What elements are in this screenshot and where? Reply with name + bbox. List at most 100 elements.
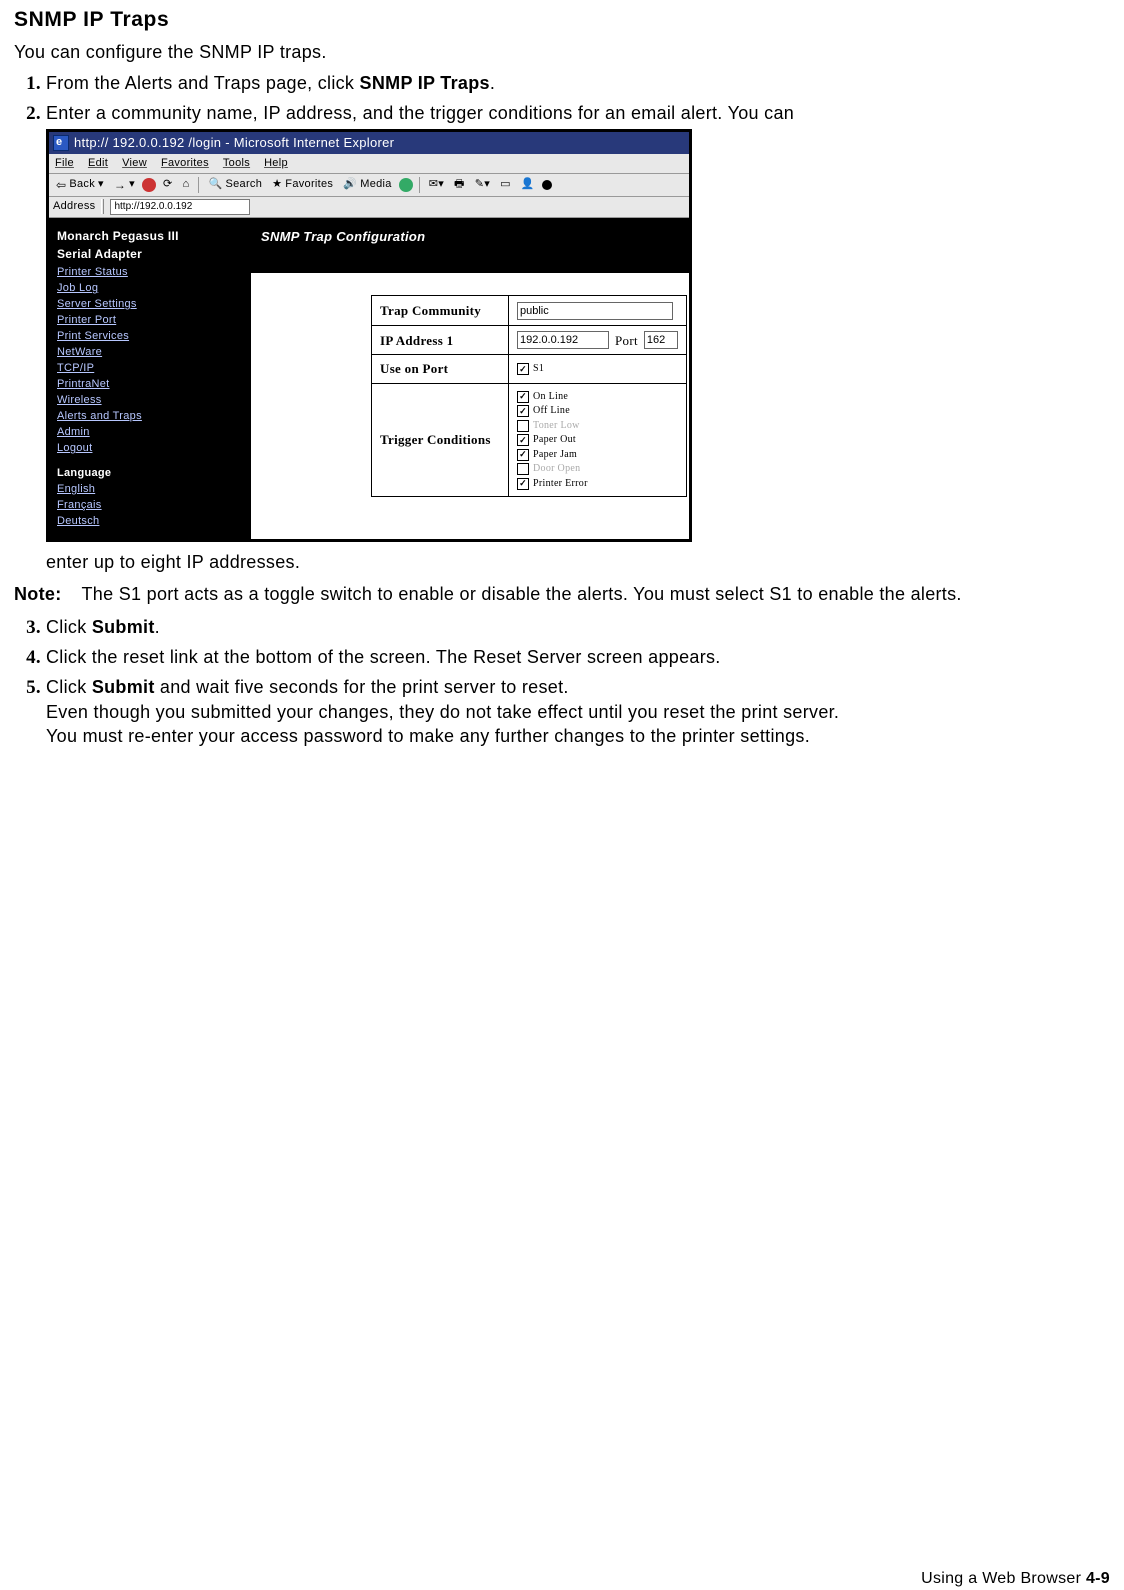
edit-button[interactable]: ✎▾	[472, 176, 493, 193]
nav-print-services[interactable]: Print Services	[57, 328, 243, 344]
step-3-bold: Submit	[92, 617, 155, 637]
forward-button[interactable]: → ▾	[111, 176, 138, 194]
step-3-text: Click	[46, 617, 92, 637]
note-block: Note: The S1 port acts as a toggle switc…	[14, 582, 1110, 606]
lang-deutsch[interactable]: Deutsch	[57, 513, 243, 529]
sidebar: Monarch Pegasus III Serial Adapter Print…	[49, 218, 251, 539]
trigger-label: Door Open	[533, 462, 580, 476]
config-form: Trap Community IP Address 1 Port	[251, 273, 689, 497]
refresh-button[interactable]: ⟳	[160, 176, 176, 193]
step-3: Click Submit.	[46, 615, 1110, 639]
port-label: Port	[615, 332, 638, 350]
checkbox-door-open[interactable]	[517, 463, 529, 475]
search-button[interactable]: 🔍Search	[205, 176, 265, 193]
ie-logo-icon	[53, 135, 69, 151]
step-2: Enter a community name, IP address, and …	[46, 101, 1110, 574]
trap-community-input[interactable]	[517, 302, 673, 320]
menu-tools[interactable]: Tools	[223, 156, 250, 171]
menu-favorites[interactable]: Favorites	[161, 156, 209, 171]
nav-server-settings[interactable]: Server Settings	[57, 296, 243, 312]
favorites-button[interactable]: ★Favorites	[269, 176, 336, 193]
trigger-label: Paper Out	[533, 433, 576, 447]
ie-addressbar: Address	[49, 197, 689, 218]
back-arrow-icon: ⇦	[56, 177, 66, 193]
screenshot-ie-window: http:// 192.0.0.192 /login - Microsoft I…	[46, 129, 692, 542]
checkbox-s1[interactable]	[517, 363, 529, 375]
messenger-icon[interactable]: 👤	[518, 176, 538, 193]
step-4: Click the reset link at the bottom of th…	[46, 645, 1110, 669]
stop-icon[interactable]	[142, 178, 156, 192]
lang-francais[interactable]: Français	[57, 497, 243, 513]
nav-logout[interactable]: Logout	[57, 440, 243, 456]
trigger-label: On Line	[533, 390, 568, 404]
nav-admin[interactable]: Admin	[57, 424, 243, 440]
trigger-label: Toner Low	[533, 419, 580, 433]
print-button[interactable]: 🖶	[451, 176, 468, 193]
back-button[interactable]: ⇦Back ▾	[53, 176, 107, 194]
language-heading: Language	[57, 466, 243, 481]
nav-alerts-and-traps[interactable]: Alerts and Traps	[57, 408, 243, 424]
lang-english[interactable]: English	[57, 481, 243, 497]
home-button[interactable]: ⌂	[180, 176, 193, 193]
menu-edit[interactable]: Edit	[88, 156, 108, 171]
address-label: Address	[53, 199, 95, 214]
step-5-line3: You must re-enter your access password t…	[46, 726, 810, 746]
toolbar-separator	[198, 177, 199, 193]
menu-help[interactable]: Help	[264, 156, 288, 171]
port-input[interactable]	[644, 331, 678, 349]
nav-netware[interactable]: NetWare	[57, 344, 243, 360]
step-1-text: From the Alerts and Traps page, click	[46, 73, 360, 93]
trigger-label: Off Line	[533, 404, 570, 418]
checkbox-paper-jam[interactable]	[517, 449, 529, 461]
back-label: Back	[69, 177, 95, 192]
trigger-conditions-cell: On LineOff LineToner LowPaper OutPaper J…	[509, 383, 687, 497]
trigger-label: Printer Error	[533, 477, 588, 491]
dropdown-icon: ▾	[98, 177, 104, 192]
media-button[interactable]: 🔊Media	[340, 176, 394, 193]
dropdown-icon: ▾	[129, 177, 135, 192]
icon-dot	[542, 180, 552, 190]
checkbox-paper-out[interactable]	[517, 434, 529, 446]
trap-community-label: Trap Community	[372, 296, 509, 326]
footer-text: Using a Web Browser	[921, 1570, 1086, 1587]
note-text: The S1 port acts as a toggle switch to e…	[82, 582, 962, 606]
ie-body: Monarch Pegasus III Serial Adapter Print…	[49, 218, 689, 539]
ie-menubar: File Edit View Favorites Tools Help	[49, 154, 689, 174]
trigger-label: Paper Jam	[533, 448, 577, 462]
forward-arrow-icon: →	[114, 177, 126, 193]
checkbox-on-line[interactable]	[517, 391, 529, 403]
mail-button[interactable]: ✉▾	[426, 176, 447, 193]
discuss-button[interactable]: ▭	[497, 176, 514, 193]
use-on-port-label: Use on Port	[372, 355, 509, 384]
nav-wireless[interactable]: Wireless	[57, 392, 243, 408]
nav-tcpip[interactable]: TCP/IP	[57, 360, 243, 376]
note-label: Note:	[14, 582, 62, 606]
step-5-text: Click	[46, 677, 92, 697]
ip-address-1-input[interactable]	[517, 331, 609, 349]
history-icon[interactable]	[399, 178, 413, 192]
media-label: Media	[360, 177, 391, 192]
step-1-tail: .	[490, 73, 495, 93]
checkbox-toner-low[interactable]	[517, 420, 529, 432]
nav-printer-status[interactable]: Printer Status	[57, 264, 243, 280]
step-5: Click Submit and wait five seconds for t…	[46, 675, 1110, 748]
s1-label: S1	[533, 362, 544, 376]
step-1: From the Alerts and Traps page, click SN…	[46, 71, 1110, 95]
nav-printranet[interactable]: PrintraNet	[57, 376, 243, 392]
search-label: Search	[225, 177, 262, 192]
step-2-text: Enter a community name, IP address, and …	[46, 103, 794, 123]
panel-title: SNMP Trap Configuration	[251, 218, 689, 274]
step-5-line2: Even though you submitted your changes, …	[46, 702, 839, 722]
checkbox-off-line[interactable]	[517, 405, 529, 417]
nav-printer-port[interactable]: Printer Port	[57, 312, 243, 328]
nav-job-log[interactable]: Job Log	[57, 280, 243, 296]
menu-file[interactable]: File	[55, 156, 74, 171]
config-table: Trap Community IP Address 1 Port	[371, 295, 687, 497]
address-input[interactable]	[110, 199, 250, 215]
section-heading: SNMP IP Traps	[14, 6, 1110, 34]
sidebar-title-2: Serial Adapter	[57, 246, 243, 262]
intro-text: You can configure the SNMP IP traps.	[14, 40, 1110, 64]
menu-view[interactable]: View	[122, 156, 147, 171]
toolbar-separator	[419, 177, 420, 193]
checkbox-printer-error[interactable]	[517, 478, 529, 490]
